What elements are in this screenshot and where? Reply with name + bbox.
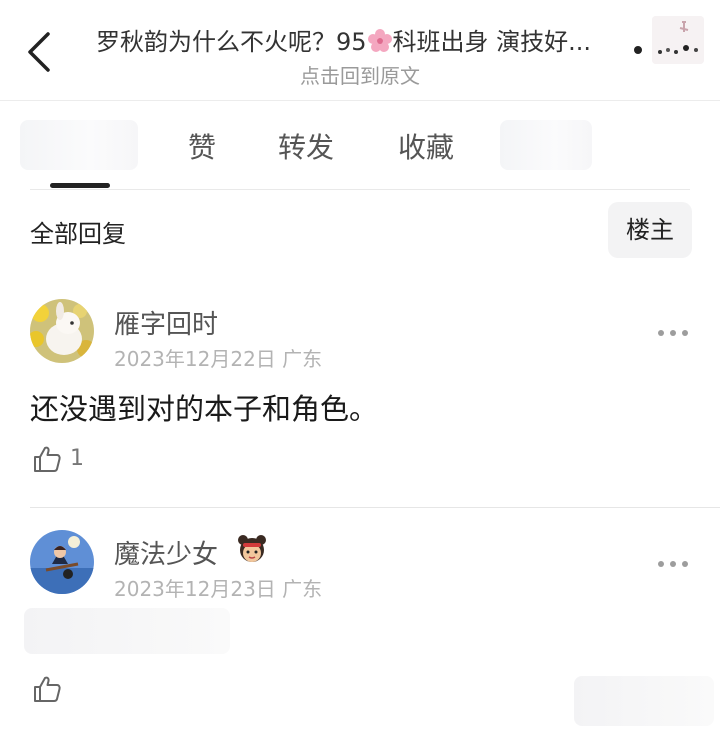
blurred-region <box>574 676 714 726</box>
comment-date: 2023年12月22日 <box>114 347 276 371</box>
header-divider <box>0 100 720 101</box>
blurred-comment-text <box>24 608 230 654</box>
comment-meta: 2023年12月23日 广东 <box>114 573 322 602</box>
tab-likes[interactable]: 赞 <box>188 126 216 166</box>
blurred-tab <box>500 120 592 170</box>
all-replies-heading: 全部回复 <box>30 220 126 248</box>
avatar[interactable] <box>30 530 94 594</box>
tab-reposts[interactable]: 转发 <box>278 126 334 166</box>
thumbs-up-icon <box>34 676 61 702</box>
back-to-original-link[interactable]: 点击回到原文 <box>0 60 720 89</box>
more-dots-icon[interactable] <box>658 559 690 569</box>
comment-divider <box>30 507 720 508</box>
comment-text: 还没遇到对的本子和角色。 <box>30 392 379 426</box>
comment-username[interactable]: 雁字回时 <box>114 304 218 341</box>
like-button[interactable] <box>32 674 72 706</box>
like-button[interactable]: 1 <box>32 444 112 476</box>
avatar[interactable] <box>30 299 94 363</box>
title-text-end: 科班出身 演技好... <box>392 28 592 56</box>
title-text-start: 罗秋韵为什么不火呢？95 <box>96 28 367 56</box>
dot-icon <box>634 46 642 54</box>
tabs-divider <box>30 189 690 190</box>
tab-favorites[interactable]: 收藏 <box>398 126 454 166</box>
post-thumbnail[interactable] <box>652 16 704 64</box>
comment-date: 2023年12月23日 <box>114 577 276 601</box>
comment-username-text: 魔法少女 <box>114 540 219 570</box>
active-tab-indicator <box>50 183 110 188</box>
cherry-blossom-icon <box>367 28 393 54</box>
post-title[interactable]: 罗秋韵为什么不火呢？95 科班出身 演技好... <box>96 22 636 57</box>
thumbs-up-icon <box>34 446 61 472</box>
comment-meta: 2023年12月22日 广东 <box>114 343 322 372</box>
girl-face-emoji <box>236 533 268 565</box>
more-dots-icon[interactable] <box>658 328 690 338</box>
like-count: 1 <box>70 446 84 471</box>
blurred-tab <box>20 120 138 170</box>
top-bar: 罗秋韵为什么不火呢？95 科班出身 演技好... 点击回到原文 <box>0 0 720 100</box>
owner-only-button[interactable]: 楼主 <box>608 202 692 258</box>
comment-username[interactable]: 魔法少女 <box>114 534 218 571</box>
comment-location: 广东 <box>282 347 323 371</box>
comment-location: 广东 <box>282 577 323 601</box>
